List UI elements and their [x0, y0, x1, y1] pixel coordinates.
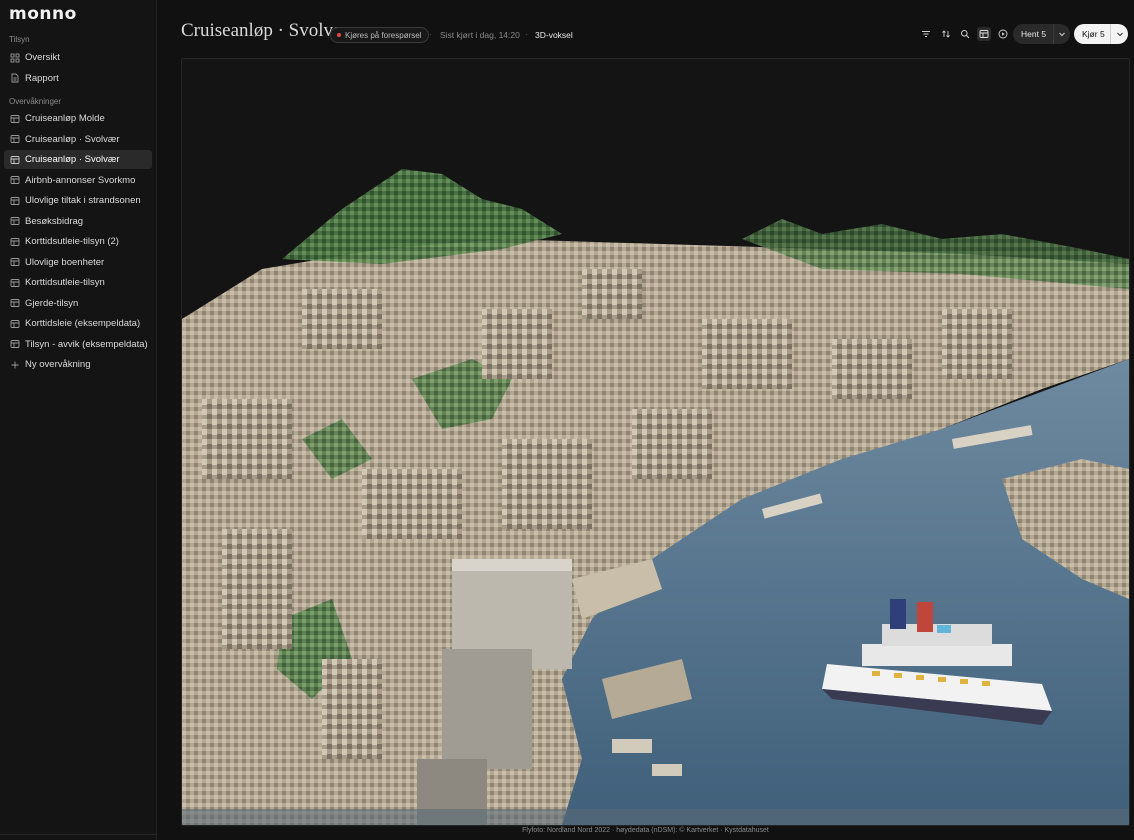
logo: monno [9, 4, 77, 24]
sidebar-item-korttidsutleie[interactable]: Korttidsutleie-tilsyn [4, 273, 152, 292]
sidebar-item-tilsyn-avvik[interactable]: Tilsyn - avvik (eksempeldata) [4, 335, 152, 354]
meta-separator: · [525, 30, 528, 39]
new-monitor-button[interactable]: Ny overvåkning [4, 355, 152, 374]
sidebar-item-korttidsleie-eksempel[interactable]: Korttidsleie (eksempeldata) [4, 314, 152, 333]
table-icon [10, 134, 20, 144]
sidebar-item-label: Besøksbidrag [25, 215, 84, 227]
plus-icon [10, 360, 20, 370]
sidebar-item-label: Korttidsleie (eksempeldata) [25, 318, 141, 329]
last-run-text: Sist kjørt i dag, 14:20 [440, 30, 520, 40]
sidebar-item-korttidsutleie-2[interactable]: Korttidsutleie-tilsyn (2) [4, 232, 152, 251]
sidebar-item-label: Gjerde-tilsyn [25, 297, 79, 309]
page-title: Cruiseanløp · Svolvær [181, 20, 352, 41]
header: Cruiseanløp · Svolvær Kjøres på forespør… [157, 0, 1134, 58]
status-badge: Kjøres på forespørsel [330, 27, 430, 43]
status-text: Kjøres på forespørsel [345, 30, 422, 40]
main-panel: Cruiseanløp · Svolvær Kjøres på forespør… [157, 0, 1134, 840]
sidebar-item-airbnb-svorkmo[interactable]: Airbnb-annonser Svorkmo [4, 171, 152, 190]
layout-icon[interactable] [977, 27, 991, 41]
nav-monitors: Cruiseanløp Molde Cruiseanløp · Svolvær … [4, 109, 152, 376]
sidebar-item-label: Cruiseanløp Molde [25, 113, 105, 124]
sidebar-item-oversikt[interactable]: Oversikt [4, 48, 152, 67]
sidebar-item-rapport[interactable]: Rapport [4, 69, 152, 88]
voxel-3d-viewport[interactable] [181, 58, 1130, 826]
fetch-button[interactable]: Hent 5 [1013, 29, 1053, 39]
nav-top: Oversikt Rapport [4, 48, 152, 89]
sidebar-item-label: Oversikt [25, 52, 60, 63]
sidebar-item-cruise-molde[interactable]: Cruiseanløp Molde [4, 109, 152, 128]
document-icon [10, 73, 20, 83]
table-icon [10, 155, 20, 165]
sidebar: monno Tilsyn Oversikt Rapport Overvåknin… [0, 0, 157, 840]
table-icon [10, 216, 20, 226]
table-icon [10, 298, 20, 308]
sidebar-item-besoksbidrag[interactable]: Besøksbidrag [4, 212, 152, 231]
sidebar-item-ulovlige-boenheter[interactable]: Ulovlige boenheter [4, 253, 152, 272]
table-icon [10, 114, 20, 124]
table-icon [10, 237, 20, 247]
meta-separator: · [429, 30, 432, 39]
table-icon [10, 175, 20, 185]
sidebar-item-gjerde[interactable]: Gjerde-tilsyn [4, 294, 152, 313]
sort-icon[interactable] [940, 28, 952, 40]
run-button[interactable]: Kjør 5 [1074, 29, 1110, 39]
sidebar-item-cruise-svolvaer-active[interactable]: Cruiseanløp · Svolvær [4, 150, 152, 169]
sidebar-item-label: Cruiseanløp · Svolvær [25, 154, 120, 165]
sidebar-item-label: Korttidsutleie-tilsyn [25, 277, 105, 288]
sidebar-item-label: Korttidsutleie-tilsyn (2) [25, 236, 119, 247]
sidebar-item-label: Tilsyn - avvik (eksempeldata) [25, 338, 148, 350]
table-icon [10, 257, 20, 267]
filter-icon[interactable] [920, 28, 932, 40]
sidebar-item-cruise-svolvaer[interactable]: Cruiseanløp · Svolvær [4, 130, 152, 149]
chevron-down-icon[interactable] [1053, 24, 1070, 44]
section-label-tilsyn: Tilsyn [9, 35, 30, 44]
app-window: monno Tilsyn Oversikt Rapport Overvåknin… [0, 0, 1134, 840]
grid-icon [10, 53, 20, 63]
view-mode-label: 3D-voksel [535, 30, 573, 40]
run-button-group: Kjør 5 [1074, 24, 1128, 44]
chevron-down-icon[interactable] [1110, 24, 1128, 44]
sidebar-item-label: Ulovlige boenheter [25, 256, 105, 268]
sidebar-item-label: Cruiseanløp · Svolvær [25, 133, 120, 145]
table-icon [10, 196, 20, 206]
sidebar-item-strandsonen[interactable]: Ulovlige tiltak i strandsonen [4, 191, 152, 210]
map-attribution: Flyfoto: Nordland Nord 2022 · høydedata … [522, 827, 769, 834]
section-label-overvakninger: Overvåkninger [9, 97, 62, 106]
sidebar-item-label: Airbnb-annonser Svorkmo [25, 174, 136, 186]
voxel-scene[interactable] [182, 59, 1129, 825]
table-icon [10, 278, 20, 288]
play-circle-icon[interactable] [997, 28, 1009, 40]
table-icon [10, 339, 20, 349]
status-dot-icon [337, 33, 341, 37]
sidebar-footer [0, 834, 157, 840]
search-icon[interactable] [959, 28, 971, 40]
fetch-button-group: Hent 5 [1013, 24, 1070, 44]
sidebar-item-label: Ny overvåkning [25, 359, 91, 370]
table-icon [10, 319, 20, 329]
sidebar-item-label: Ulovlige tiltak i strandsonen [25, 195, 141, 206]
sidebar-item-label: Rapport [25, 72, 59, 84]
